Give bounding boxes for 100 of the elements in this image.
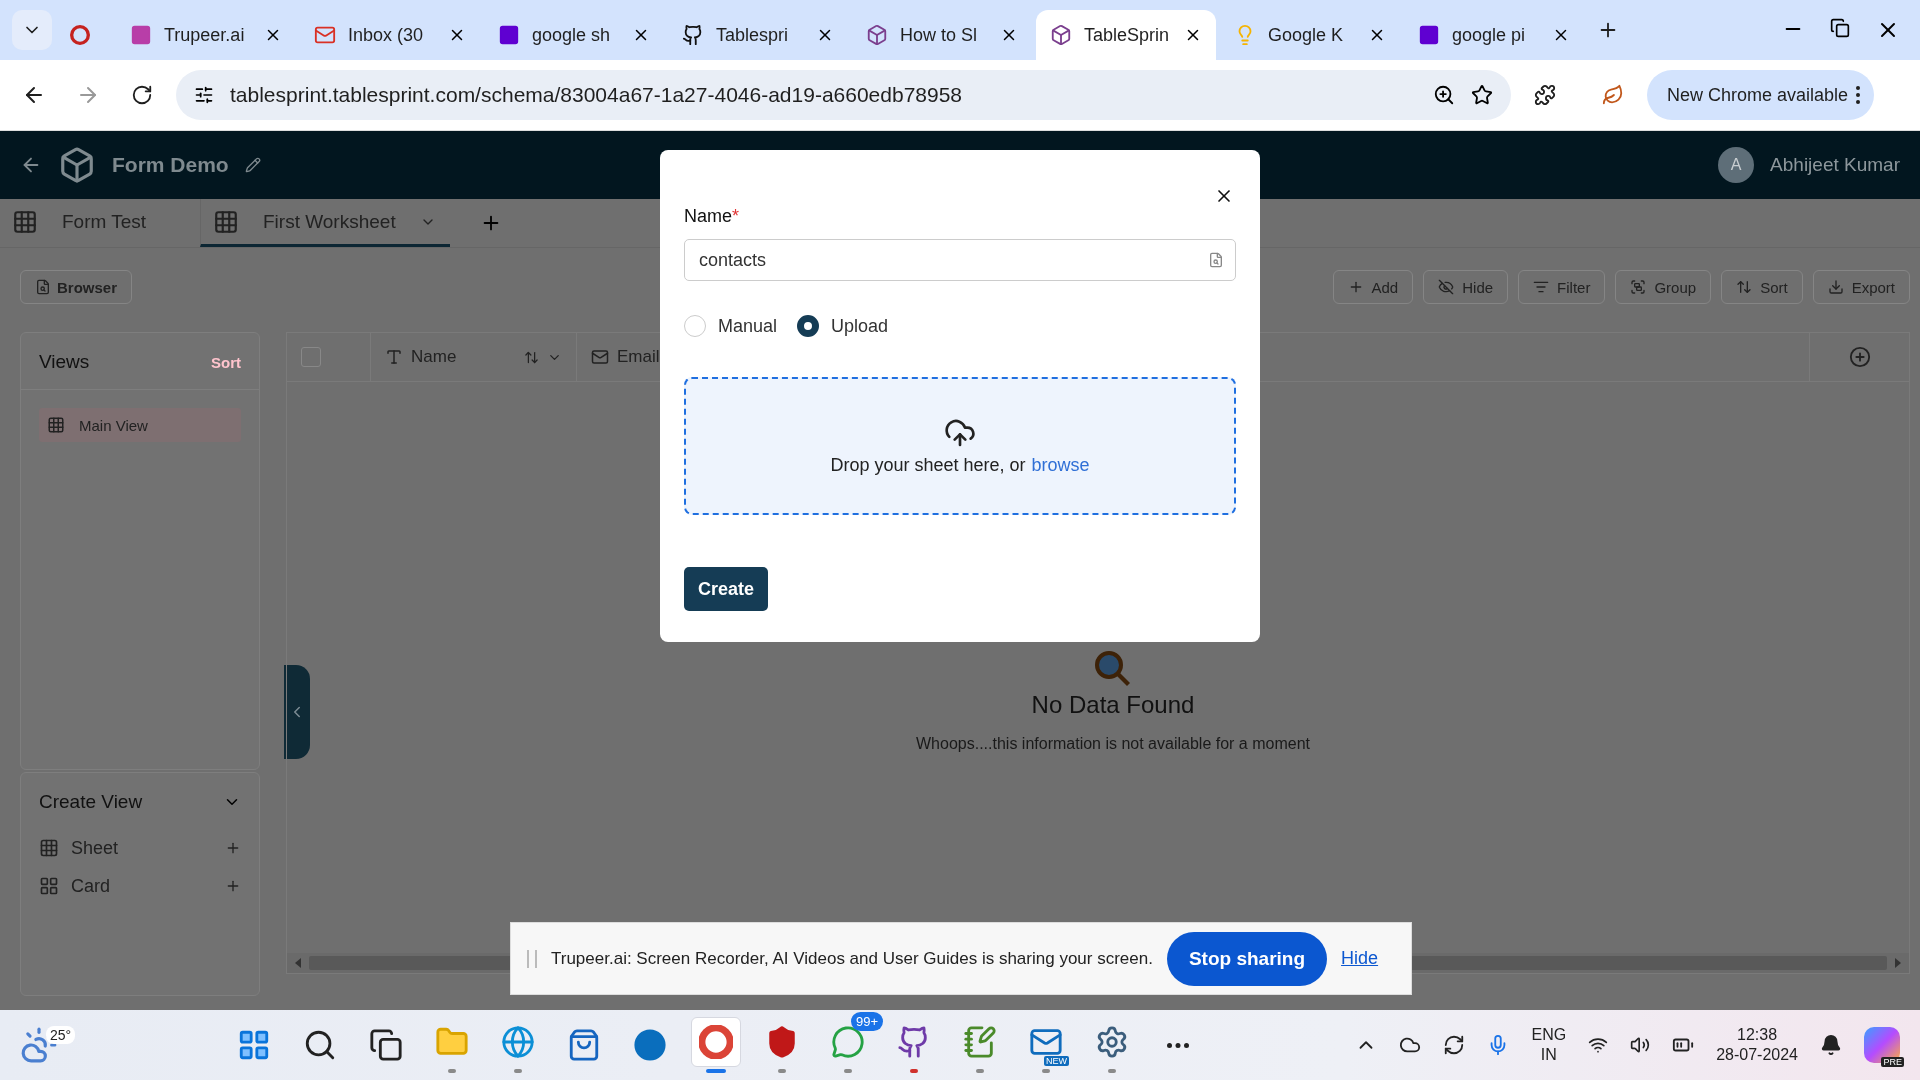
record-icon xyxy=(70,25,90,45)
search-icon xyxy=(303,1028,337,1062)
count-badge: 99+ xyxy=(850,1012,883,1031)
tab-favicon-icon xyxy=(130,24,152,46)
toolbar-button[interactable]: Filter xyxy=(1518,270,1606,304)
hide-link[interactable]: Hide xyxy=(1341,948,1379,969)
create-view-item[interactable]: Sheet xyxy=(21,829,259,867)
field-label: Name* xyxy=(684,206,741,227)
grid-icon xyxy=(213,208,239,235)
toolbar-button[interactable]: Export xyxy=(1812,270,1910,304)
start-icon xyxy=(237,1028,271,1062)
select-all-checkbox[interactable] xyxy=(301,347,321,367)
name-field[interactable]: contacts xyxy=(684,239,1236,281)
tab-title: Inbox (30 xyxy=(348,24,425,46)
text-type-icon xyxy=(385,348,403,366)
cube-icon xyxy=(1050,24,1072,46)
cat-icon xyxy=(682,24,704,46)
sort-icon[interactable] xyxy=(524,349,539,365)
grid-icon xyxy=(12,208,38,235)
tab-title: Tablespri xyxy=(716,24,790,46)
speaker-icon[interactable] xyxy=(1630,1035,1651,1055)
temperature: 25° xyxy=(46,1026,76,1044)
sheet-tab-label: Form Test xyxy=(62,210,147,233)
edit-icon[interactable] xyxy=(244,157,261,173)
tab-favicon-icon xyxy=(498,24,520,46)
browser-tab[interactable]: Tablespri xyxy=(668,10,848,60)
radio-button[interactable] xyxy=(797,315,820,337)
language-indicator[interactable]: ENG IN xyxy=(1531,1025,1567,1065)
toolbar-button[interactable]: Hide xyxy=(1423,270,1509,304)
sheet-tab[interactable]: First Worksheet xyxy=(200,199,450,247)
cards-icon xyxy=(39,876,59,896)
view-item[interactable]: Main View xyxy=(39,408,241,442)
leaf-icon xyxy=(1602,84,1624,106)
radio-label: Upload xyxy=(831,315,889,337)
time-text: 12:38 xyxy=(1737,1025,1778,1045)
browser-tab[interactable]: TableSprin xyxy=(1036,10,1216,60)
contact-card-icon xyxy=(1208,252,1224,268)
drop-zone[interactable]: Drop your sheet here, or browse xyxy=(684,377,1236,515)
notepad-icon xyxy=(963,1025,997,1059)
browser-tab[interactable]: Google K xyxy=(1220,10,1400,60)
radio-label: Manual xyxy=(718,315,778,337)
browser-tab[interactable]: google pi xyxy=(1404,10,1584,60)
bell-icon[interactable] xyxy=(1820,1034,1842,1056)
create-view-label: Card xyxy=(71,875,111,897)
tab-title: How to Sl xyxy=(900,24,979,46)
group-icon xyxy=(1630,279,1647,295)
url-text: tablesprint.tablesprint.com/schema/83004a67-1a27-4046-ad19-a660edb78958 xyxy=(230,83,964,107)
app-title: Form Demo xyxy=(112,153,229,177)
sharing-message: Trupeer.ai: Screen Recorder, AI Videos and User Guides is sharing your screen. xyxy=(551,948,1153,969)
ring-icon xyxy=(699,1025,733,1059)
empty-message: Whoops....this information is not available for a moment xyxy=(916,735,1310,753)
cube-icon xyxy=(866,24,888,46)
create-view-title: Create View xyxy=(39,791,143,813)
bookmark-star-icon[interactable] xyxy=(1471,84,1493,106)
avatar[interactable]: A xyxy=(1718,147,1755,183)
view-label: Main View xyxy=(79,416,148,434)
browser-button[interactable]: Browser xyxy=(20,270,133,304)
tab-favicon-icon xyxy=(1418,24,1440,46)
browser-tab[interactable]: Inbox (30 xyxy=(300,10,480,60)
address-bar[interactable]: tablesprint.tablesprint.com/schema/83004a67-1a27-4046-ad19-a660edb78958 xyxy=(176,70,1511,120)
task-view-icon xyxy=(369,1028,403,1062)
browser-tab[interactable]: How to Sl xyxy=(852,10,1032,60)
add-column-icon[interactable] xyxy=(1848,346,1871,368)
more-icon xyxy=(1167,1042,1189,1048)
user-name: Abhijeet Kumar xyxy=(1770,154,1900,176)
create-view-item[interactable]: Card xyxy=(21,867,259,905)
circle-logo-icon xyxy=(633,1028,667,1062)
pre-badge: PRE xyxy=(1881,1057,1904,1067)
globe-icon xyxy=(501,1025,535,1059)
browser-tab[interactable]: google sh xyxy=(484,10,664,60)
toolbar-button[interactable]: Sort xyxy=(1721,270,1803,304)
tab-title: Google K xyxy=(1268,24,1345,46)
zoom-icon[interactable] xyxy=(1433,84,1455,106)
sort-icon xyxy=(1736,279,1753,295)
update-button[interactable]: New Chrome available xyxy=(1647,70,1875,120)
clock[interactable]: 12:38 28-07-2024 xyxy=(1716,1025,1798,1065)
restore-icon[interactable] xyxy=(1830,18,1850,38)
sheet-tab[interactable]: Form Test xyxy=(0,199,200,247)
grid-icon xyxy=(39,838,59,858)
site-info-icon[interactable] xyxy=(194,85,214,105)
sync-icon[interactable] xyxy=(1443,1034,1466,1056)
collapse-handle[interactable] xyxy=(284,665,310,759)
create-button[interactable]: Create xyxy=(684,567,769,611)
language-text: ENG xyxy=(1531,1025,1567,1045)
column-header[interactable]: Name xyxy=(411,347,516,367)
plus-icon[interactable] xyxy=(225,840,241,856)
toolbar-button[interactable]: Group xyxy=(1615,270,1712,304)
stop-sharing-button[interactable]: Stop sharing xyxy=(1166,931,1328,986)
filter-icon xyxy=(1533,279,1550,295)
browser-tab[interactable]: Trupeer.ai xyxy=(116,10,296,60)
views-title: Views xyxy=(39,351,90,373)
wifi-icon[interactable] xyxy=(1588,1035,1609,1055)
tab-title: google sh xyxy=(532,24,612,46)
sort-link[interactable]: Sort xyxy=(211,353,241,371)
chat-bubble-icon xyxy=(831,1025,865,1059)
plus-icon[interactable] xyxy=(225,878,241,894)
browse-link[interactable]: browse xyxy=(1031,454,1090,475)
toolbar-button[interactable]: Add xyxy=(1332,270,1414,304)
download-icon xyxy=(1827,279,1844,295)
drag-handle[interactable] xyxy=(527,949,537,968)
